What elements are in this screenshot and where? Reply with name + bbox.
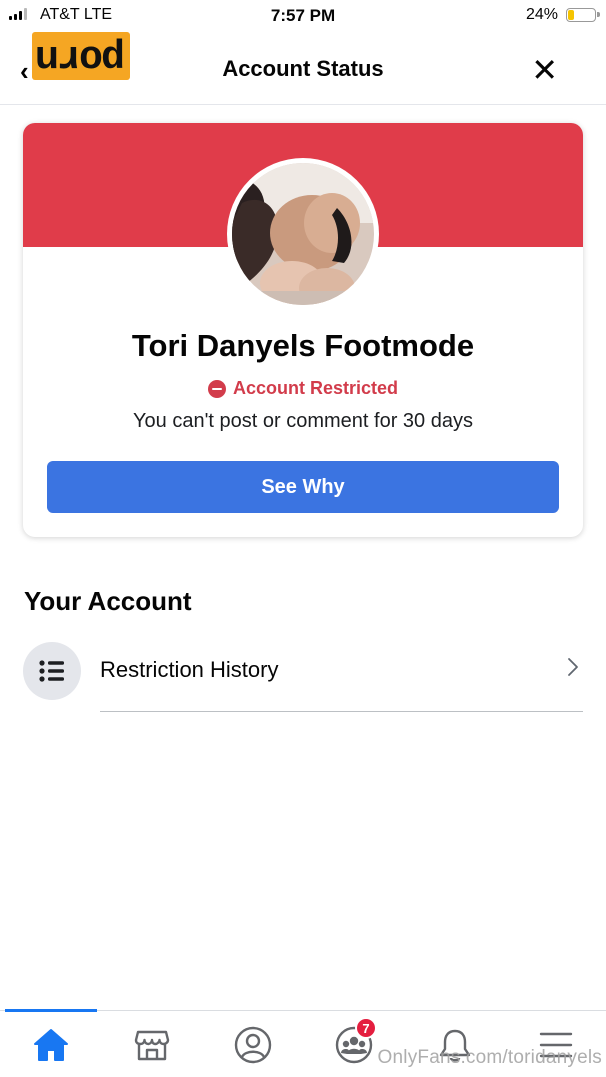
battery-percent: 24% — [525, 6, 558, 23]
profile-name: Tori Danyels Footmode — [131, 328, 475, 363]
restricted-icon — [207, 379, 226, 398]
account-status-card: Tori Danyels Footmode Account Restricted… — [23, 123, 583, 537]
clock: 7:57 PM — [270, 6, 336, 25]
status-label: Account Restricted — [232, 378, 399, 398]
bottom-nav: 7 OnlyFans.com/toridanyels — [0, 1009, 606, 1077]
watermark-text: OnlyFans.com/toridanyels — [377, 1047, 602, 1068]
notification-badge: 7 — [355, 1017, 377, 1039]
status-bar: AT&T LTE 7:57 PM 24% — [0, 0, 606, 32]
nav-profile[interactable] — [228, 1023, 278, 1067]
avatar — [232, 163, 374, 305]
page-title: Account Status — [222, 56, 384, 81]
section-title-your-account: Your Account — [24, 586, 192, 616]
active-tab-indicator — [5, 1009, 97, 1012]
restriction-history-item[interactable]: Restriction History — [23, 641, 583, 713]
battery-icon — [566, 8, 600, 22]
nav-home[interactable] — [26, 1023, 76, 1067]
restriction-status: Account Restricted — [23, 378, 583, 399]
restriction-history-label: Restriction History — [100, 657, 279, 682]
marketplace-icon — [134, 1030, 170, 1061]
see-why-button[interactable]: See Why — [47, 461, 559, 513]
restriction-description: You can't post or comment for 30 days — [133, 410, 473, 432]
nav-groups[interactable]: 7 — [329, 1017, 379, 1067]
profile-icon — [234, 1026, 272, 1064]
header: ‹ porn Account Status ✕ — [0, 32, 606, 105]
chevron-right-icon — [567, 657, 579, 683]
divider — [100, 711, 583, 712]
avatar-ring — [227, 158, 379, 310]
nav-marketplace[interactable] — [127, 1023, 177, 1067]
close-icon[interactable]: ✕ — [531, 54, 558, 86]
list-icon — [23, 642, 81, 700]
home-icon — [34, 1029, 68, 1061]
